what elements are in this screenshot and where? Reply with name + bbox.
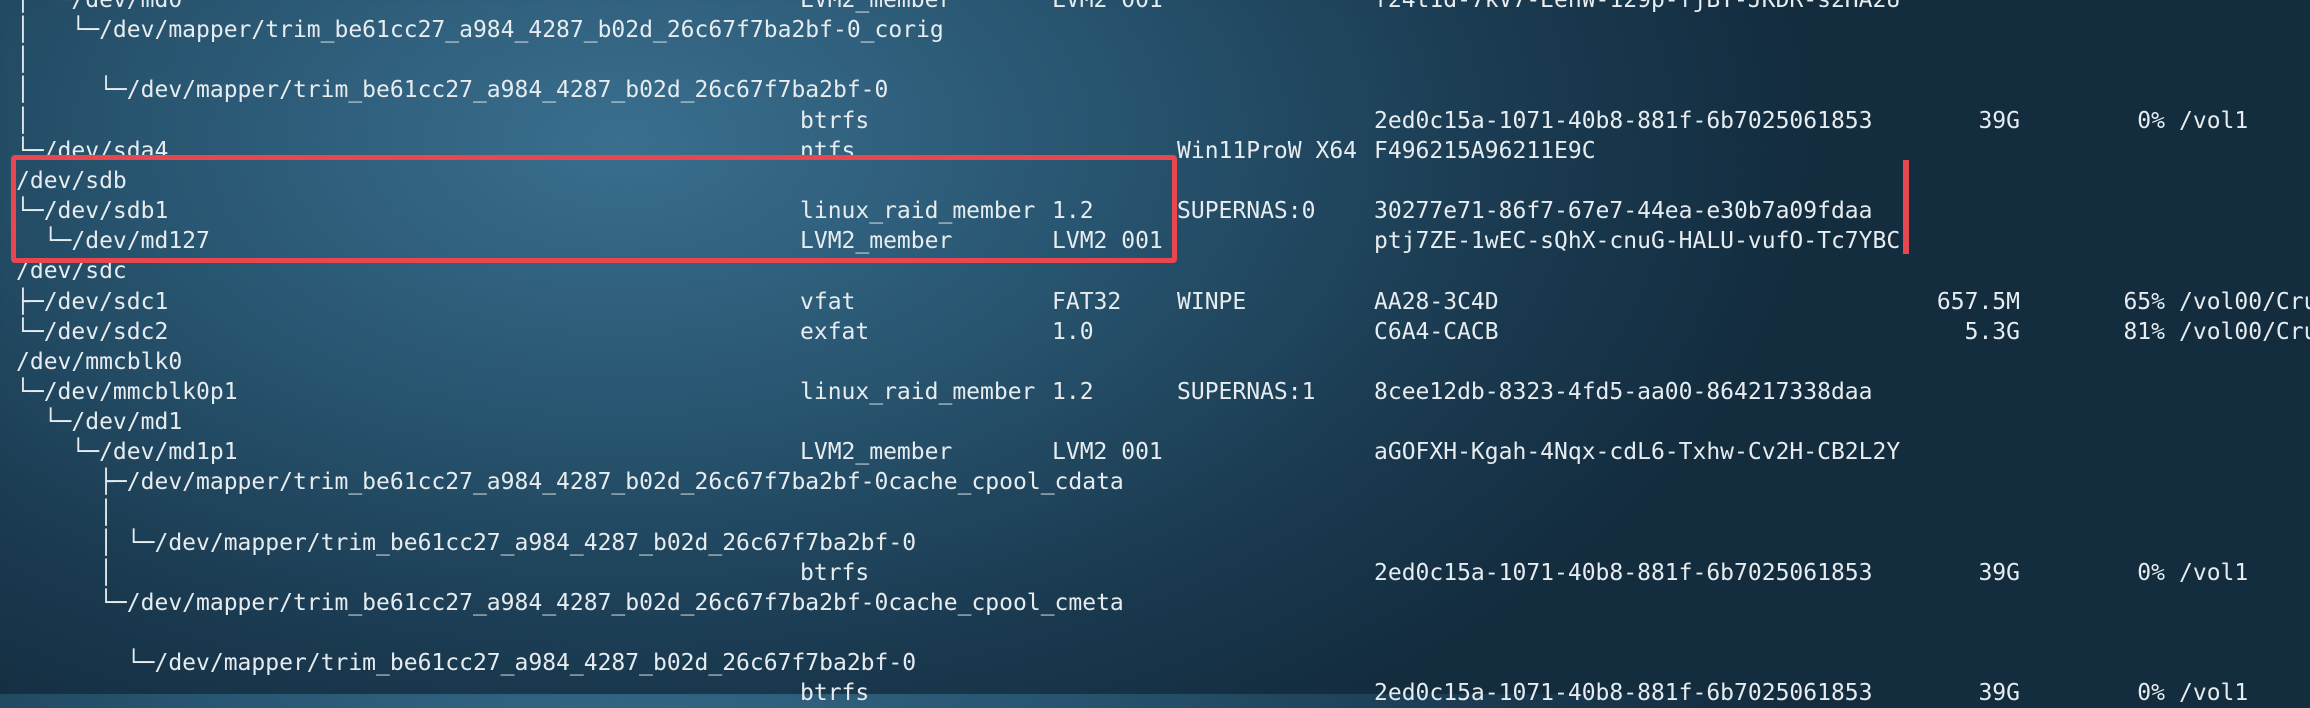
terminal-line: └─/dev/sda4 ntfs Win11ProW X64 F496215A9621…: [0, 136, 2310, 166]
terminal-line: └─/dev/sdc2 exfat 1.0 C6A4-CACB 5.3G 81% /vol0…: [0, 317, 2310, 347]
mountpoint-cell: /vol1: [2179, 559, 2249, 586]
terminal-line: /dev/sdc: [0, 256, 2310, 286]
device-tree: │ └─/dev/mapper/trim_be61cc27_a984_4287_…: [16, 529, 917, 556]
terminal-line: │ └─/dev/md0 LVM2_member LVM2 001 f24t1d-7k…: [0, 0, 2310, 15]
mountpoint-cell: /vol1: [2179, 107, 2249, 134]
uuid-cell: F496215A96211E9C: [1374, 137, 1596, 164]
fsuse-cell: 0%: [2137, 559, 2165, 586]
terminal-line: ├─/dev/mapper/trim_be61cc27_a984_4287_b0…: [0, 467, 2310, 497]
terminal-output[interactable]: │ └─/dev/md0 LVM2_member LVM2 001 f24t1d-7k…: [0, 0, 2310, 706]
terminal-line: └─/dev/mmcblk0p1 linux_raid_member 1.2 SUPE…: [0, 377, 2310, 407]
device-tree: └─/dev/sdc2: [16, 318, 169, 345]
uuid-cell: 30277e71-86f7-67e7-44ea-e30b7a09fdaa: [1374, 198, 1873, 225]
fsver-cell: LVM2 001: [1052, 0, 1163, 13]
device-tree: /dev/mmcblk0: [16, 348, 183, 375]
terminal-line: └─/dev/md127 LVM2_member LVM2 001 ptj7ZE-1w…: [0, 226, 2310, 256]
fsver-cell: 1.0: [1052, 318, 1094, 345]
terminal-line: │ └─/dev/mapper/trim_be61cc27_a984_4287_…: [0, 528, 2310, 558]
uuid-cell: 2ed0c15a-1071-40b8-881f-6b7025061853: [1374, 680, 1873, 707]
fstype-cell: LVM2_member: [800, 439, 953, 466]
fsuse-cell: 0%: [2137, 680, 2165, 707]
uuid-cell: aGOFXH-Kgah-4Nqx-cdL6-Txhw-Cv2H-CB2L2Y: [1374, 439, 1901, 466]
fsver-cell: 1.2: [1052, 198, 1094, 225]
mountpoint-cell: /vol00/Cruzer: [2179, 288, 2310, 315]
fstype-cell: ntfs: [800, 137, 856, 164]
terminal-line: └─/dev/mapper/trim_be61cc27_a984_4287_b0…: [0, 648, 2310, 678]
terminal-line: └─/dev/mapper/trim_be61cc27_a984_4287_b0…: [0, 588, 2310, 618]
device-tree: │ └─/dev/md0: [16, 0, 183, 13]
device-tree: │: [16, 47, 30, 74]
fsavail-cell: 657.5M: [1936, 288, 2020, 315]
uuid-cell: AA28-3C4D: [1374, 288, 1499, 315]
fstype-cell: linux_raid_member: [800, 378, 1036, 405]
terminal-line: └─/dev/sdb1 linux_raid_member 1.2 SUPERNAS:…: [0, 196, 2310, 226]
device-tree: │ └─/dev/mapper/trim_be61cc27_a984_4287_…: [16, 77, 889, 104]
device-tree: │: [16, 499, 113, 526]
device-tree: ├─/dev/sdc1: [16, 288, 169, 315]
device-tree: └─/dev/mapper/trim_be61cc27_a984_4287_b0…: [16, 590, 1124, 616]
fstype-cell: btrfs: [800, 680, 870, 707]
fsuse-cell: 81%: [2123, 318, 2165, 345]
label-cell: WINPE: [1177, 288, 1247, 315]
uuid-cell: 2ed0c15a-1071-40b8-881f-6b7025061853: [1374, 559, 1873, 586]
device-tree: /dev/sdb: [16, 167, 127, 194]
device-tree: └─/dev/sdb1: [16, 198, 169, 225]
device-tree: │: [16, 107, 30, 134]
fsavail-cell: 39G: [1978, 680, 2020, 707]
terminal-line: ├─/dev/sdc1 vfat FAT32 WINPE AA28-3C4D 657.5M…: [0, 287, 2310, 317]
uuid-cell: 8cee12db-8323-4fd5-aa00-864217338daa: [1374, 378, 1873, 405]
fstype-cell: btrfs: [800, 107, 870, 134]
uuid-cell: f24t1d-7kV7-EehW-129p-fjBY-JKDR-s2HA2U: [1374, 0, 1901, 13]
uuid-cell: C6A4-CACB: [1374, 318, 1499, 345]
fsver-cell: LVM2 001: [1052, 228, 1163, 255]
fstype-cell: LVM2_member: [800, 228, 953, 255]
terminal-line: │: [0, 498, 2310, 528]
mountpoint-cell: /vol00/Cruzer: [2179, 318, 2310, 345]
terminal-line: │ └─/dev/mapper/trim_be61cc27_a984_4287_…: [0, 15, 2310, 45]
terminal-line: /dev/sdb: [0, 166, 2310, 196]
device-tree: │: [16, 559, 113, 586]
label-cell: SUPERNAS:0: [1177, 198, 1316, 225]
label-cell: Win11ProW X64: [1177, 137, 1358, 164]
device-tree: /dev/sdc: [16, 258, 127, 285]
device-tree: └─/dev/mmcblk0p1: [16, 378, 238, 405]
terminal-line: │ btrfs 2ed0c15a-1071-40b8-881f-6b70250618…: [0, 106, 2310, 136]
fsver-cell: FAT32: [1052, 288, 1122, 315]
terminal-line: │ btrfs 2ed0c15a-1071-40b8-881f-6b70250618…: [0, 558, 2310, 588]
label-cell: SUPERNAS:1: [1177, 378, 1316, 405]
mountpoint-cell: /vol1: [2179, 680, 2249, 707]
fstype-cell: btrfs: [800, 559, 870, 586]
device-tree: └─/dev/md127: [16, 228, 210, 255]
terminal-line: └─/dev/md1: [0, 407, 2310, 437]
uuid-cell: 2ed0c15a-1071-40b8-881f-6b7025061853: [1374, 107, 1873, 134]
terminal-line: btrfs 2ed0c15a-1071-40b8-881f-6b702506185…: [0, 678, 2310, 708]
device-tree: └─/dev/md1: [16, 409, 183, 436]
fstype-cell: vfat: [800, 288, 856, 315]
fsver-cell: 1.2: [1052, 378, 1094, 405]
device-tree: ├─/dev/mapper/trim_be61cc27_a984_4287_b0…: [16, 469, 1124, 496]
fsuse-cell: 0%: [2137, 107, 2165, 134]
device-tree: │ └─/dev/mapper/trim_be61cc27_a984_4287_…: [16, 17, 944, 44]
uuid-cell: ptj7ZE-1wEC-sQhX-cnuG-HALU-vufO-Tc7YBC: [1374, 228, 1901, 255]
fsuse-cell: 65%: [2123, 288, 2165, 315]
terminal-line: │: [0, 45, 2310, 75]
terminal-line: │ └─/dev/mapper/trim_be61cc27_a984_4287_…: [0, 75, 2310, 105]
fsavail-cell: 5.3G: [1964, 318, 2020, 345]
terminal-line: /dev/mmcblk0: [0, 347, 2310, 377]
fstype-cell: exfat: [800, 318, 870, 345]
fstype-cell: linux_raid_member: [800, 198, 1036, 225]
fsavail-cell: 39G: [1978, 107, 2020, 134]
device-tree: └─/dev/md1p1: [16, 439, 238, 466]
fstype-cell: LVM2_member: [800, 0, 953, 13]
device-tree: └─/dev/sda4: [16, 137, 169, 164]
terminal-line: └─/dev/md1p1 LVM2_member LVM2 001 aGOFXH-Kg…: [0, 437, 2310, 467]
fsavail-cell: 39G: [1978, 559, 2020, 586]
device-tree: └─/dev/mapper/trim_be61cc27_a984_4287_b0…: [16, 650, 917, 677]
fsver-cell: LVM2 001: [1052, 439, 1163, 466]
